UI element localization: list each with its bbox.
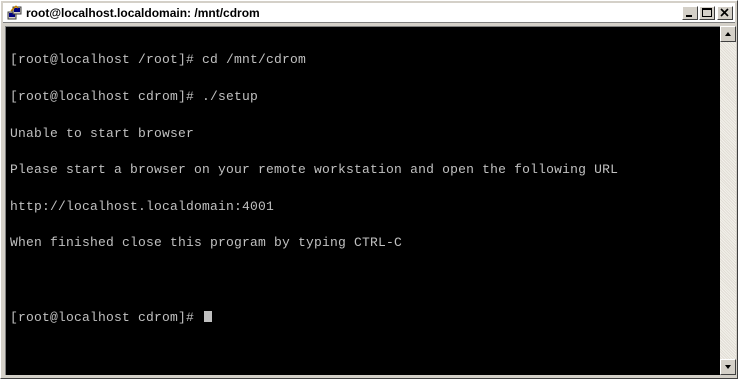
minimize-button[interactable] xyxy=(682,6,698,20)
putty-terminal-icon[interactable] xyxy=(7,5,23,21)
terminal-line: Unable to start browser xyxy=(10,125,195,141)
terminal-prompt: [root@localhost cdrom]# xyxy=(10,309,203,325)
maximize-button[interactable] xyxy=(699,6,715,20)
window-controls xyxy=(681,6,733,20)
close-icon xyxy=(720,8,729,17)
terminal-output[interactable]: [root@localhost /root]# cd /mnt/cdrom [r… xyxy=(5,26,720,375)
text-cursor xyxy=(204,310,213,322)
terminal-line: [root@localhost cdrom]# ./setup xyxy=(10,89,259,104)
scroll-up-button[interactable] xyxy=(720,26,736,42)
close-button[interactable] xyxy=(717,6,733,20)
terminal-window: root@localhost.localdomain: /mnt/cdrom [… xyxy=(0,0,738,379)
terminal-line: Please start a browser on your remote wo… xyxy=(10,162,619,178)
terminal-line: [root@localhost /root]# cd /mnt/cdrom xyxy=(10,52,307,68)
terminal-prompt-line: [root@localhost cdrom]# xyxy=(10,309,618,325)
minimize-icon xyxy=(686,15,692,17)
title-bar[interactable]: root@localhost.localdomain: /mnt/cdrom xyxy=(3,3,735,23)
maximize-icon xyxy=(702,8,712,17)
arrow-down-icon xyxy=(725,365,731,369)
vertical-scrollbar[interactable] xyxy=(720,26,736,375)
terminal-line: http://localhost.localdomain:4001 xyxy=(10,198,275,214)
terminal-line: When finished close this program by typi… xyxy=(10,235,403,251)
window-title: root@localhost.localdomain: /mnt/cdrom xyxy=(26,6,260,20)
scroll-down-button[interactable] xyxy=(720,359,736,375)
arrow-up-icon xyxy=(725,32,731,36)
terminal-lines: [root@localhost /root]# cd /mnt/cdrom [r… xyxy=(10,30,618,347)
